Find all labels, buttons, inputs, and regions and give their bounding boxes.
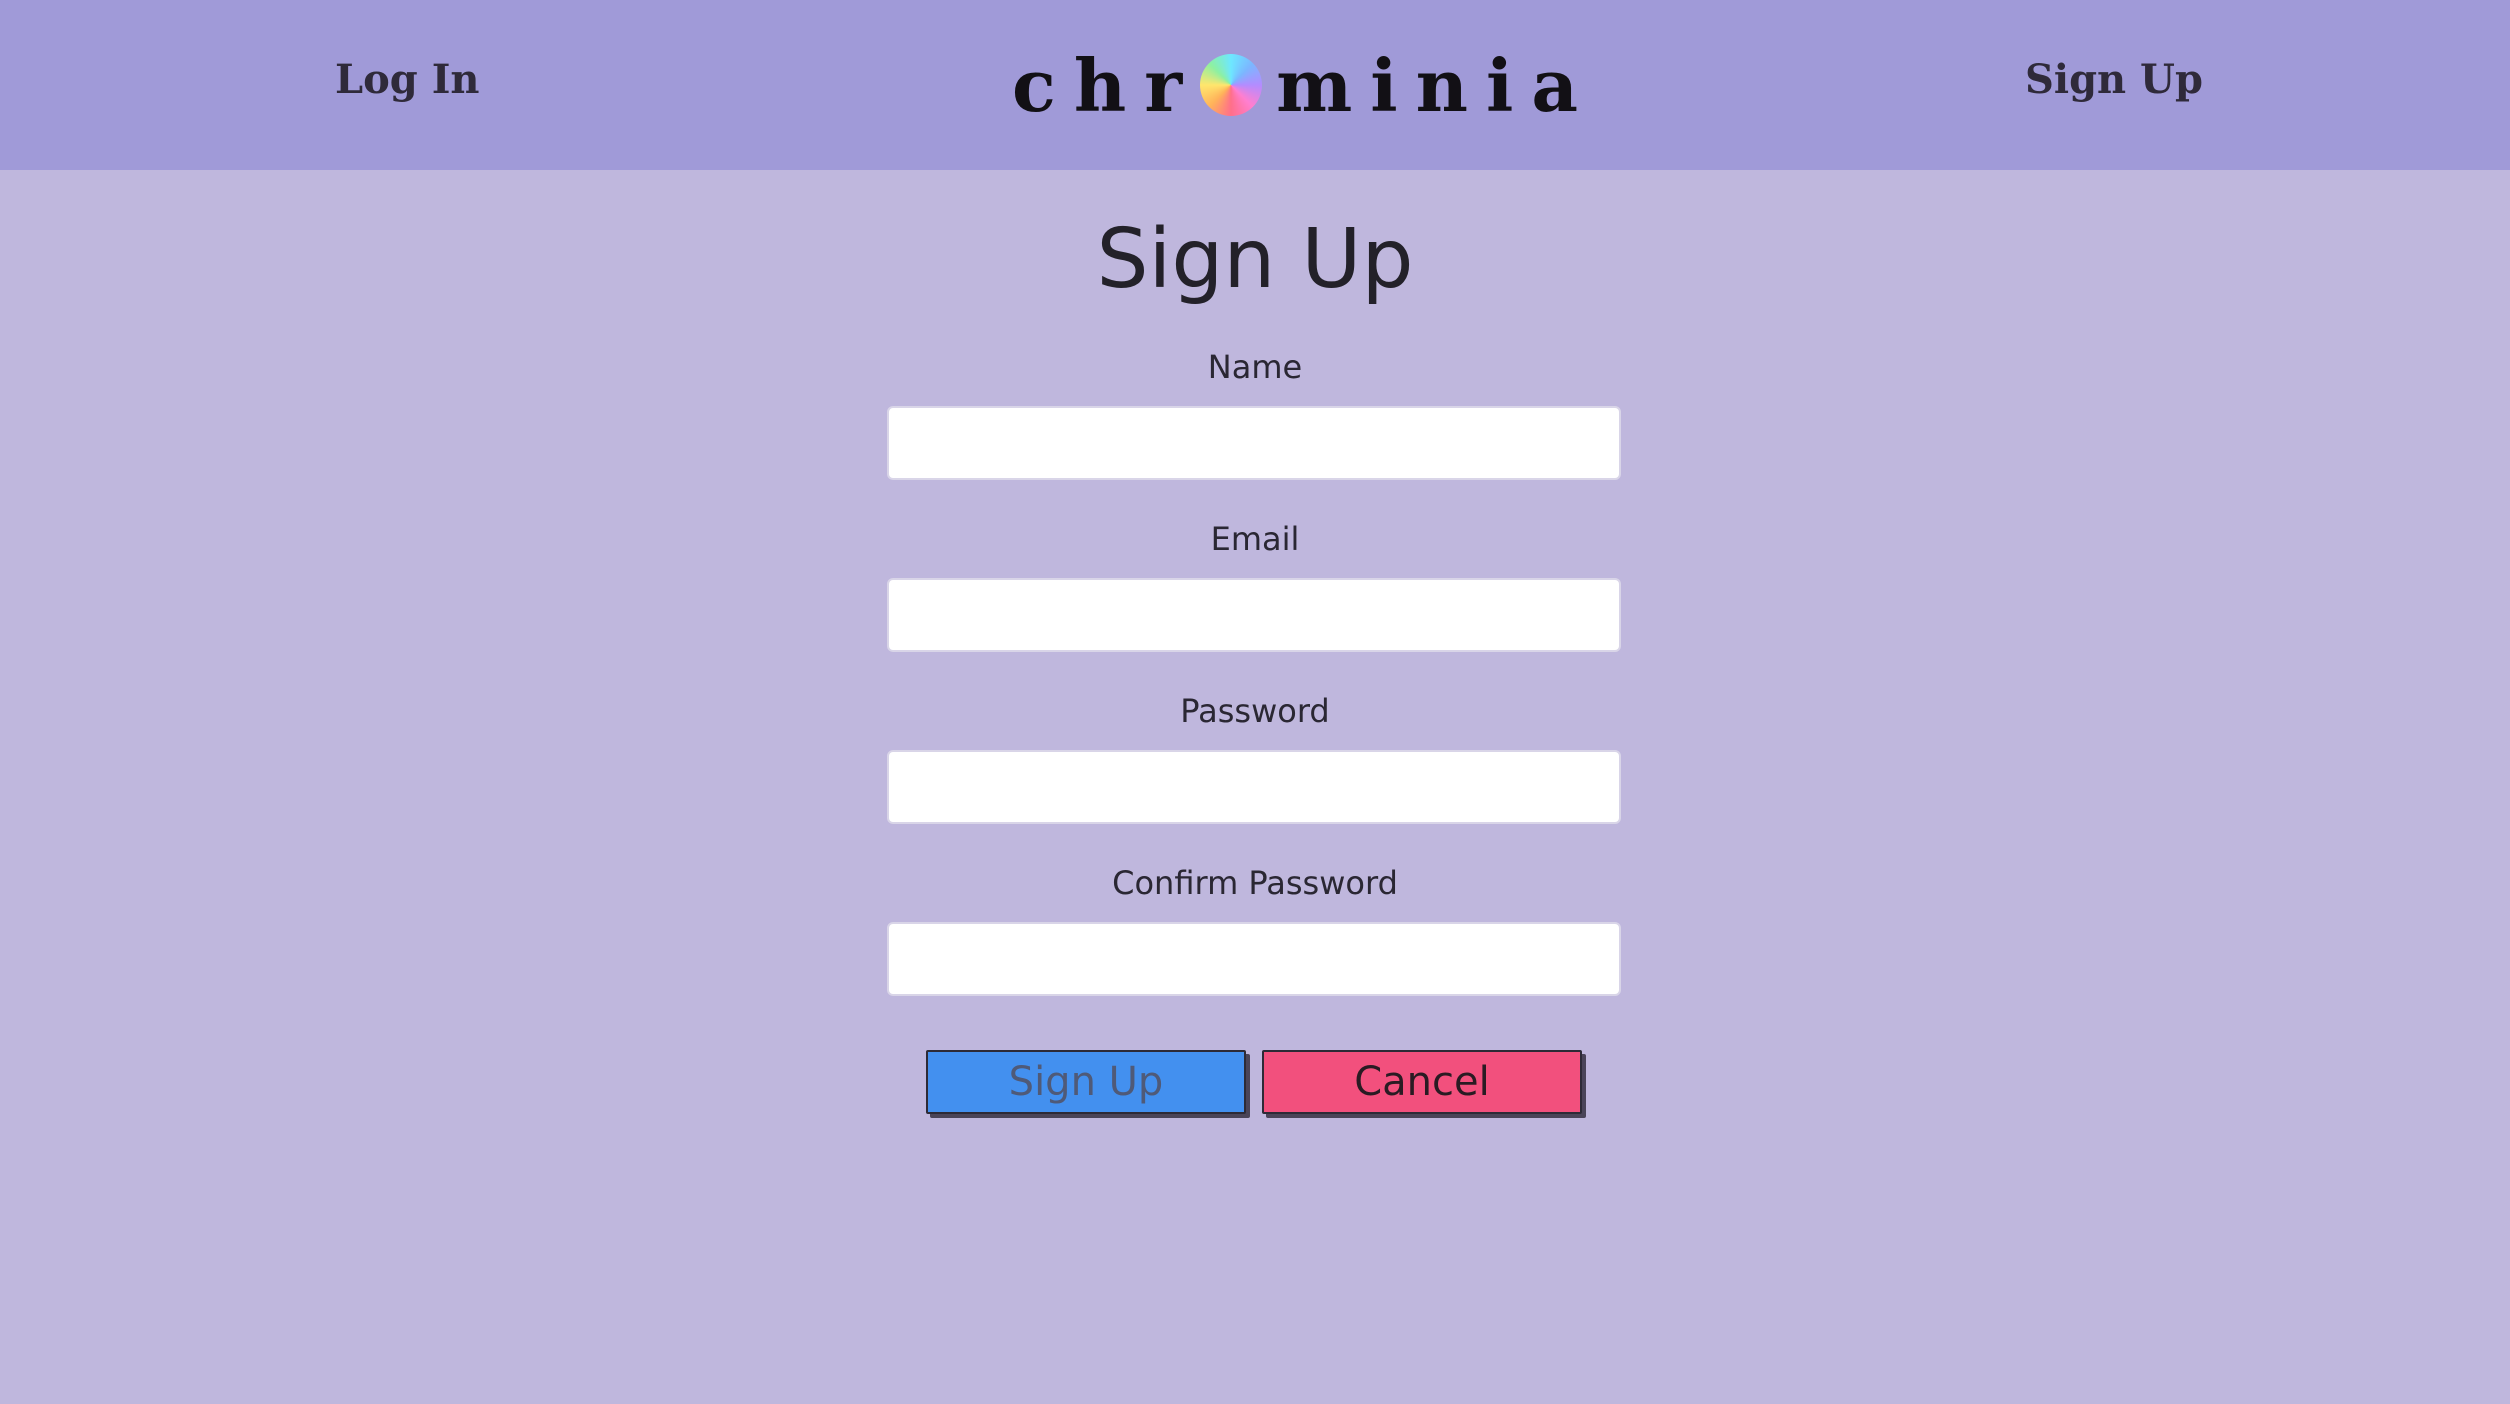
brand-logo[interactable]: chr minia xyxy=(1012,40,1596,130)
brand-text-start: chr xyxy=(1012,42,1201,128)
email-field[interactable] xyxy=(887,578,1621,652)
top-navbar: Log In chr minia Sign Up xyxy=(0,0,2510,170)
name-label: Name xyxy=(1207,348,1303,386)
confirm-password-field[interactable] xyxy=(887,922,1621,996)
password-field[interactable] xyxy=(887,750,1621,824)
login-link[interactable]: Log In xyxy=(335,56,480,104)
name-field[interactable] xyxy=(887,406,1621,480)
cancel-button[interactable]: Cancel xyxy=(1262,1050,1582,1114)
page-title: Sign Up xyxy=(1096,212,1414,307)
password-label: Password xyxy=(1180,692,1330,730)
signup-link[interactable]: Sign Up xyxy=(2025,56,2203,104)
email-label: Email xyxy=(1210,520,1300,558)
brand-text-end: minia xyxy=(1276,42,1597,128)
confirm-password-label: Confirm Password xyxy=(1112,864,1398,902)
color-wheel-icon xyxy=(1200,54,1263,116)
signup-button[interactable]: Sign Up xyxy=(926,1050,1246,1114)
